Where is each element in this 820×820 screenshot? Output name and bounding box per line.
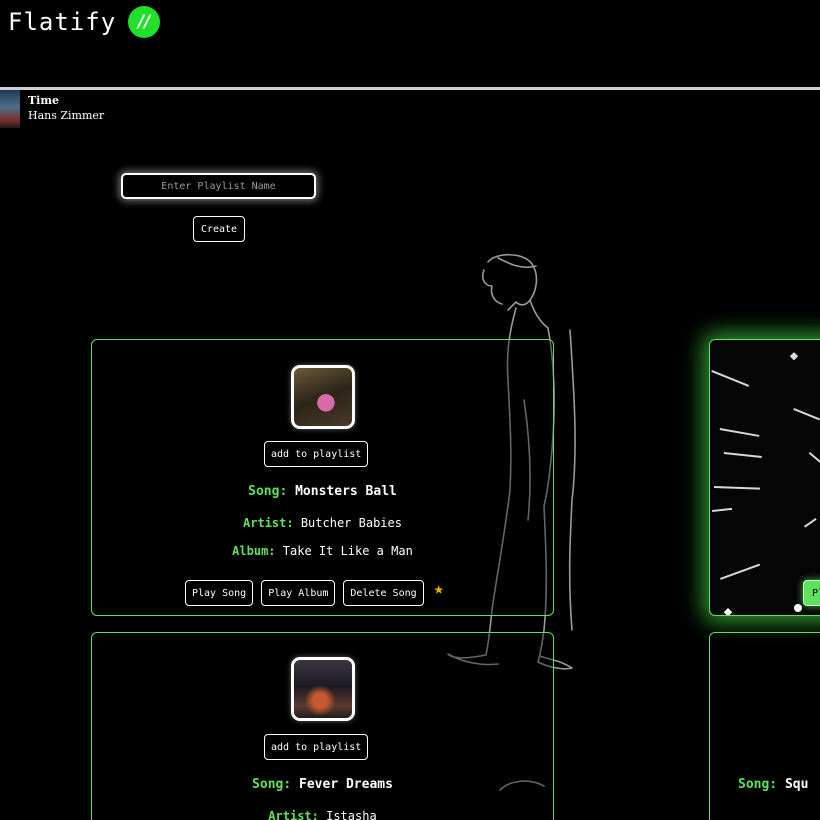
brand: Flatify // xyxy=(8,6,161,38)
song-title: Fever Dreams xyxy=(299,777,393,792)
favorite-star-icon[interactable]: ★ xyxy=(434,579,444,599)
album-row: Album: Take It Like a Man xyxy=(92,544,553,558)
artist-label: Artist: xyxy=(268,809,319,820)
starfield-streak xyxy=(711,370,750,387)
flatify-logo-icon[interactable]: // xyxy=(128,6,161,38)
song-row: Song: Squ xyxy=(738,777,820,792)
playlist-name-input[interactable] xyxy=(121,173,316,199)
starfield-streak xyxy=(804,517,817,528)
song-label: Song: xyxy=(252,777,292,792)
song-card: add to playlist Song: Fever Dreams Artis… xyxy=(91,632,554,820)
starfield-streak xyxy=(793,408,820,420)
song-row: Song: Monsters Ball xyxy=(92,484,553,499)
artist-label: Artist: xyxy=(243,516,294,530)
album-cover-image xyxy=(291,365,355,429)
artist-row: Artist: Istasha xyxy=(92,809,553,820)
starfield-streak xyxy=(719,428,760,437)
starfield-streak xyxy=(794,604,802,612)
album-label: Album: xyxy=(232,544,276,558)
song-card: Song: Squ xyxy=(709,632,820,820)
song-title: Monsters Ball xyxy=(295,484,397,499)
album-cover-image xyxy=(291,657,355,721)
starfield-streak xyxy=(723,608,733,615)
song-actions: Play Song Play Album Delete Song ★ xyxy=(185,579,444,606)
create-playlist-button[interactable]: Create xyxy=(193,216,245,242)
play-song-button-partial[interactable]: Pl xyxy=(803,580,820,606)
now-playing-bar[interactable]: Time Hans Zimmer xyxy=(0,90,104,128)
song-card: add to playlist Song: Monsters Ball Arti… xyxy=(91,339,554,616)
app-title: Flatify xyxy=(8,8,117,36)
add-to-playlist-button[interactable]: add to playlist xyxy=(264,441,369,467)
starfield-streak xyxy=(789,352,799,361)
add-to-playlist-button[interactable]: add to playlist xyxy=(264,734,369,760)
song-card-featured: Pl xyxy=(709,339,820,616)
album-name: Take It Like a Man xyxy=(282,544,413,558)
app-root: Flatify // Time Hans Zimmer Create xyxy=(0,0,820,820)
artist-name: Butcher Babies xyxy=(300,516,402,530)
song-label: Song: xyxy=(738,777,778,792)
starfield-streak xyxy=(712,507,733,512)
starfield-streak xyxy=(723,452,762,458)
starfield-streak xyxy=(720,563,760,580)
play-song-button[interactable]: Play Song xyxy=(185,580,254,606)
song-row: Song: Fever Dreams xyxy=(92,777,553,792)
song-title: Squ xyxy=(784,777,809,792)
now-playing-album-art xyxy=(0,90,20,128)
header-divider xyxy=(0,87,820,90)
now-playing-title: Time xyxy=(28,94,60,107)
artist-name: Istasha xyxy=(326,809,377,820)
delete-song-button[interactable]: Delete Song xyxy=(343,580,424,606)
artist-row: Artist: Butcher Babies xyxy=(92,516,553,530)
now-playing-artist: Hans Zimmer xyxy=(28,109,105,122)
play-album-button[interactable]: Play Album xyxy=(261,580,336,606)
starfield-streak xyxy=(809,452,820,467)
starfield-streak xyxy=(713,486,760,490)
song-label: Song: xyxy=(248,484,288,499)
